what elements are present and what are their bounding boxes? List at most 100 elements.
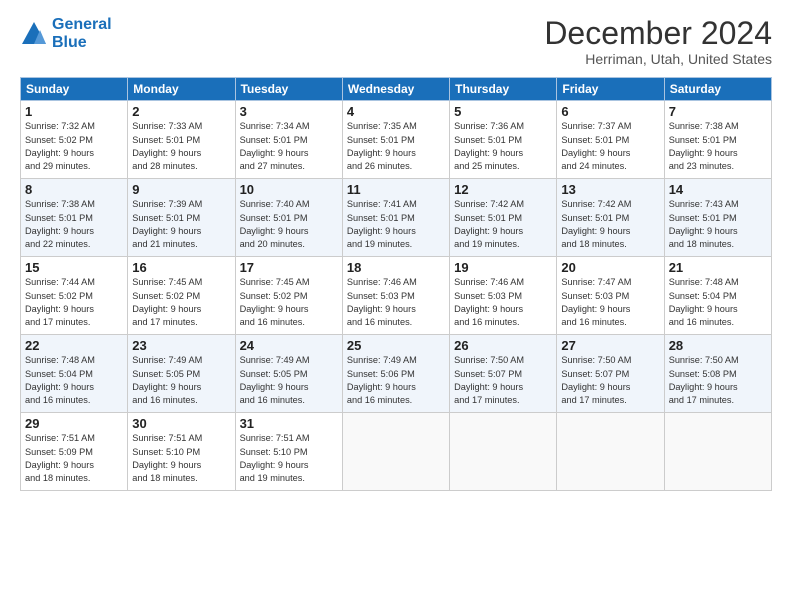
day-number: 30 (132, 416, 230, 431)
day-info: Sunrise: 7:45 AM Sunset: 5:02 PM Dayligh… (240, 276, 338, 329)
calendar-table: Sunday Monday Tuesday Wednesday Thursday… (20, 77, 772, 491)
day-info: Sunrise: 7:51 AM Sunset: 5:09 PM Dayligh… (25, 432, 123, 485)
day-number: 31 (240, 416, 338, 431)
day-info: Sunrise: 7:48 AM Sunset: 5:04 PM Dayligh… (669, 276, 767, 329)
table-row: 25Sunrise: 7:49 AM Sunset: 5:06 PM Dayli… (342, 335, 449, 413)
table-row: 9Sunrise: 7:39 AM Sunset: 5:01 PM Daylig… (128, 179, 235, 257)
calendar-week-row: 29Sunrise: 7:51 AM Sunset: 5:09 PM Dayli… (21, 413, 772, 491)
day-number: 13 (561, 182, 659, 197)
table-row: 28Sunrise: 7:50 AM Sunset: 5:08 PM Dayli… (664, 335, 771, 413)
day-number: 9 (132, 182, 230, 197)
day-info: Sunrise: 7:49 AM Sunset: 5:05 PM Dayligh… (132, 354, 230, 407)
col-saturday: Saturday (664, 78, 771, 101)
table-row: 31Sunrise: 7:51 AM Sunset: 5:10 PM Dayli… (235, 413, 342, 491)
day-number: 3 (240, 104, 338, 119)
table-row: 15Sunrise: 7:44 AM Sunset: 5:02 PM Dayli… (21, 257, 128, 335)
day-number: 2 (132, 104, 230, 119)
day-number: 22 (25, 338, 123, 353)
day-info: Sunrise: 7:43 AM Sunset: 5:01 PM Dayligh… (669, 198, 767, 251)
table-row: 8Sunrise: 7:38 AM Sunset: 5:01 PM Daylig… (21, 179, 128, 257)
table-row: 1Sunrise: 7:32 AM Sunset: 5:02 PM Daylig… (21, 101, 128, 179)
day-number: 7 (669, 104, 767, 119)
table-row: 19Sunrise: 7:46 AM Sunset: 5:03 PM Dayli… (450, 257, 557, 335)
table-row: 20Sunrise: 7:47 AM Sunset: 5:03 PM Dayli… (557, 257, 664, 335)
table-row: 10Sunrise: 7:40 AM Sunset: 5:01 PM Dayli… (235, 179, 342, 257)
table-row: 21Sunrise: 7:48 AM Sunset: 5:04 PM Dayli… (664, 257, 771, 335)
day-info: Sunrise: 7:47 AM Sunset: 5:03 PM Dayligh… (561, 276, 659, 329)
day-number: 17 (240, 260, 338, 275)
table-row: 12Sunrise: 7:42 AM Sunset: 5:01 PM Dayli… (450, 179, 557, 257)
table-row: 29Sunrise: 7:51 AM Sunset: 5:09 PM Dayli… (21, 413, 128, 491)
day-info: Sunrise: 7:38 AM Sunset: 5:01 PM Dayligh… (669, 120, 767, 173)
table-row (342, 413, 449, 491)
header: General Blue December 2024 Herriman, Uta… (20, 16, 772, 67)
col-wednesday: Wednesday (342, 78, 449, 101)
day-info: Sunrise: 7:32 AM Sunset: 5:02 PM Dayligh… (25, 120, 123, 173)
day-info: Sunrise: 7:49 AM Sunset: 5:06 PM Dayligh… (347, 354, 445, 407)
day-info: Sunrise: 7:50 AM Sunset: 5:08 PM Dayligh… (669, 354, 767, 407)
page: General Blue December 2024 Herriman, Uta… (0, 0, 792, 612)
day-info: Sunrise: 7:46 AM Sunset: 5:03 PM Dayligh… (454, 276, 552, 329)
day-number: 12 (454, 182, 552, 197)
day-number: 6 (561, 104, 659, 119)
table-row: 5Sunrise: 7:36 AM Sunset: 5:01 PM Daylig… (450, 101, 557, 179)
logo-line2: Blue (52, 34, 87, 51)
day-number: 5 (454, 104, 552, 119)
day-info: Sunrise: 7:51 AM Sunset: 5:10 PM Dayligh… (240, 432, 338, 485)
day-info: Sunrise: 7:35 AM Sunset: 5:01 PM Dayligh… (347, 120, 445, 173)
day-number: 8 (25, 182, 123, 197)
day-number: 29 (25, 416, 123, 431)
col-friday: Friday (557, 78, 664, 101)
table-row (450, 413, 557, 491)
table-row: 7Sunrise: 7:38 AM Sunset: 5:01 PM Daylig… (664, 101, 771, 179)
day-info: Sunrise: 7:42 AM Sunset: 5:01 PM Dayligh… (454, 198, 552, 251)
day-number: 20 (561, 260, 659, 275)
table-row: 6Sunrise: 7:37 AM Sunset: 5:01 PM Daylig… (557, 101, 664, 179)
day-info: Sunrise: 7:50 AM Sunset: 5:07 PM Dayligh… (561, 354, 659, 407)
table-row: 18Sunrise: 7:46 AM Sunset: 5:03 PM Dayli… (342, 257, 449, 335)
day-number: 18 (347, 260, 445, 275)
day-number: 25 (347, 338, 445, 353)
month-title: December 2024 (544, 16, 772, 51)
table-row: 26Sunrise: 7:50 AM Sunset: 5:07 PM Dayli… (450, 335, 557, 413)
day-info: Sunrise: 7:41 AM Sunset: 5:01 PM Dayligh… (347, 198, 445, 251)
table-row: 22Sunrise: 7:48 AM Sunset: 5:04 PM Dayli… (21, 335, 128, 413)
day-info: Sunrise: 7:34 AM Sunset: 5:01 PM Dayligh… (240, 120, 338, 173)
day-number: 11 (347, 182, 445, 197)
day-info: Sunrise: 7:40 AM Sunset: 5:01 PM Dayligh… (240, 198, 338, 251)
day-number: 28 (669, 338, 767, 353)
calendar-week-row: 8Sunrise: 7:38 AM Sunset: 5:01 PM Daylig… (21, 179, 772, 257)
col-thursday: Thursday (450, 78, 557, 101)
day-number: 27 (561, 338, 659, 353)
table-row (557, 413, 664, 491)
logo: General Blue (20, 16, 112, 51)
day-info: Sunrise: 7:51 AM Sunset: 5:10 PM Dayligh… (132, 432, 230, 485)
table-row (664, 413, 771, 491)
col-tuesday: Tuesday (235, 78, 342, 101)
day-number: 21 (669, 260, 767, 275)
day-number: 15 (25, 260, 123, 275)
day-number: 14 (669, 182, 767, 197)
day-info: Sunrise: 7:39 AM Sunset: 5:01 PM Dayligh… (132, 198, 230, 251)
day-info: Sunrise: 7:44 AM Sunset: 5:02 PM Dayligh… (25, 276, 123, 329)
subtitle: Herriman, Utah, United States (544, 51, 772, 67)
day-info: Sunrise: 7:50 AM Sunset: 5:07 PM Dayligh… (454, 354, 552, 407)
day-info: Sunrise: 7:45 AM Sunset: 5:02 PM Dayligh… (132, 276, 230, 329)
day-number: 26 (454, 338, 552, 353)
table-row: 13Sunrise: 7:42 AM Sunset: 5:01 PM Dayli… (557, 179, 664, 257)
logo-icon (20, 20, 48, 48)
day-number: 10 (240, 182, 338, 197)
title-block: December 2024 Herriman, Utah, United Sta… (544, 16, 772, 67)
day-info: Sunrise: 7:37 AM Sunset: 5:01 PM Dayligh… (561, 120, 659, 173)
table-row: 2Sunrise: 7:33 AM Sunset: 5:01 PM Daylig… (128, 101, 235, 179)
day-info: Sunrise: 7:38 AM Sunset: 5:01 PM Dayligh… (25, 198, 123, 251)
col-monday: Monday (128, 78, 235, 101)
table-row: 4Sunrise: 7:35 AM Sunset: 5:01 PM Daylig… (342, 101, 449, 179)
table-row: 23Sunrise: 7:49 AM Sunset: 5:05 PM Dayli… (128, 335, 235, 413)
table-row: 3Sunrise: 7:34 AM Sunset: 5:01 PM Daylig… (235, 101, 342, 179)
col-sunday: Sunday (21, 78, 128, 101)
day-number: 23 (132, 338, 230, 353)
day-info: Sunrise: 7:33 AM Sunset: 5:01 PM Dayligh… (132, 120, 230, 173)
day-number: 16 (132, 260, 230, 275)
logo-line1: General (52, 16, 112, 33)
